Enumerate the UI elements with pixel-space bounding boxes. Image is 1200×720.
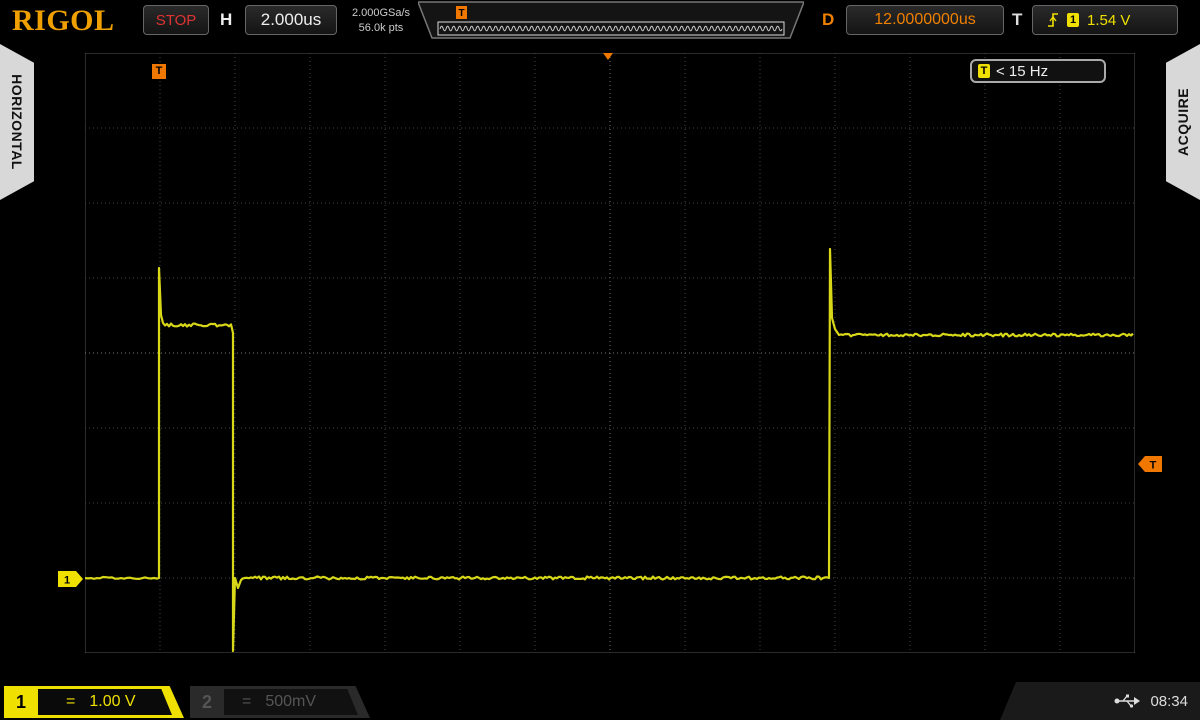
timebase-field[interactable]: 2.000us: [245, 5, 337, 35]
acquire-menu-tab[interactable]: ACQUIRE: [1166, 44, 1200, 200]
horizontal-label: H: [220, 10, 232, 30]
horizontal-menu-tab[interactable]: HORIZONTAL: [0, 44, 34, 200]
run-stop-indicator[interactable]: STOP: [143, 5, 209, 35]
channel2-button[interactable]: 2 = 500mV: [190, 686, 370, 718]
timebase-value: 2.000us: [261, 10, 322, 30]
acquire-tab-label: ACQUIRE: [1175, 88, 1191, 156]
memory-overview-bar[interactable]: T: [418, 0, 804, 40]
channel1-scale: 1.00 V: [89, 693, 135, 711]
rising-edge-icon: [1047, 12, 1059, 28]
channel1-offset-marker[interactable]: 1: [58, 571, 84, 587]
trigger-time-marker-icon: T: [152, 64, 166, 79]
delay-value: 12.0000000us: [874, 11, 975, 29]
sample-rate: 2.000GSa/s: [342, 6, 420, 21]
trigger-field[interactable]: 1 1.54 V: [1032, 5, 1178, 35]
horizontal-tab-label: HORIZONTAL: [9, 74, 25, 170]
top-status-bar: RIGOL STOP H 2.000us 2.000GSa/s 56.0k pt…: [0, 0, 1200, 42]
dc-coupling-icon: =: [242, 693, 251, 711]
frequency-value: < 15 Hz: [996, 63, 1048, 80]
dc-coupling-icon: =: [66, 693, 75, 711]
channel2-scale-box: = 500mV: [224, 689, 358, 715]
usb-icon: [1114, 694, 1140, 708]
channel1-number: 1: [16, 692, 26, 713]
memory-depth: 56.0k pts: [342, 21, 420, 36]
channel1-scale-box: = 1.00 V: [38, 689, 172, 715]
brand-logo: RIGOL: [12, 4, 115, 38]
status-tray: 08:34: [1000, 682, 1200, 720]
memory-trigger-letter: T: [458, 8, 464, 19]
delay-label: D: [822, 10, 834, 30]
channel1-button[interactable]: 1 = 1.00 V: [4, 686, 184, 718]
run-status-label: STOP: [156, 12, 197, 29]
trigger-level-label: T: [1150, 460, 1157, 472]
trigger-source-badge: 1: [1067, 13, 1079, 27]
channel1-offset-label: 1: [64, 575, 70, 587]
acquisition-info: 2.000GSa/s 56.0k pts: [342, 6, 420, 36]
clock-time: 08:34: [1150, 693, 1188, 710]
frequency-counter[interactable]: T < 15 Hz: [970, 59, 1106, 83]
waveform-display[interactable]: [85, 53, 1135, 653]
frequency-trigger-badge: T: [978, 64, 990, 78]
trigger-time-marker: T: [152, 61, 166, 79]
channel2-scale: 500mV: [265, 693, 316, 711]
delay-field[interactable]: 12.0000000us: [846, 5, 1004, 35]
channel2-number: 2: [202, 692, 212, 713]
trigger-level-value: 1.54 V: [1087, 12, 1130, 29]
trigger-level-marker[interactable]: T: [1138, 456, 1162, 472]
trigger-label: T: [1012, 10, 1022, 30]
